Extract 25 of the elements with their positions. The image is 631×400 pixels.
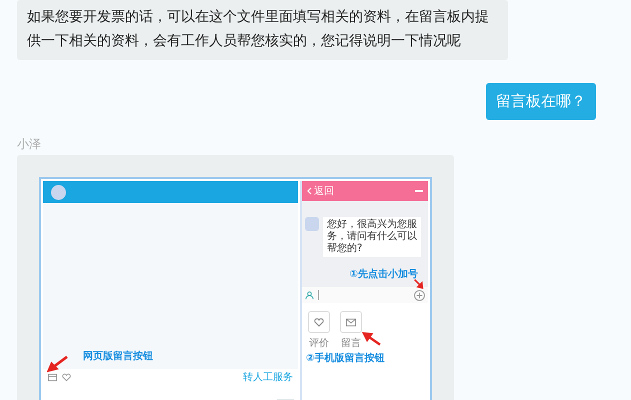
action-label: 留言 <box>341 336 361 350</box>
annotation-label: ②手机版留言按钮 <box>306 351 384 365</box>
greeting-bubble: 您好，很高兴为您服务，请问有什么可以帮您的? <box>323 217 421 257</box>
arrow-icon <box>413 278 424 289</box>
transfer-link[interactable]: 转人工服务 <box>243 370 293 384</box>
heart-icon <box>314 318 324 326</box>
annotation-label: ①先点击小加号 <box>350 268 418 281</box>
back-link[interactable]: 返回 <box>307 184 334 198</box>
plus-icon[interactable] <box>414 290 425 300</box>
sender-name: 小泽 <box>17 136 42 152</box>
chevron-left-icon <box>307 187 312 195</box>
arrow-icon <box>47 355 69 373</box>
person-icon[interactable] <box>305 290 314 300</box>
envelope-icon <box>346 318 356 326</box>
annotation-label: 网页版留言按钮 <box>83 349 153 363</box>
avatar-icon <box>51 184 66 200</box>
avatar-icon <box>305 217 319 231</box>
user-message-bubble: 留言板在哪？ <box>486 83 596 120</box>
agent-message-bubble: 如果您要开发票的话，可以在这个文件里面填写相关的资料，在留言板内提供一下相关的资料，会有工作人员帮您核实的，您记得说明一下情况呢 <box>17 0 508 60</box>
rate-button[interactable] <box>308 311 330 333</box>
envelope-icon[interactable] <box>48 372 57 382</box>
action-label: 评价 <box>309 337 329 350</box>
heart-icon[interactable] <box>62 372 71 382</box>
arrow-icon <box>362 331 382 347</box>
message-button[interactable] <box>340 311 362 333</box>
